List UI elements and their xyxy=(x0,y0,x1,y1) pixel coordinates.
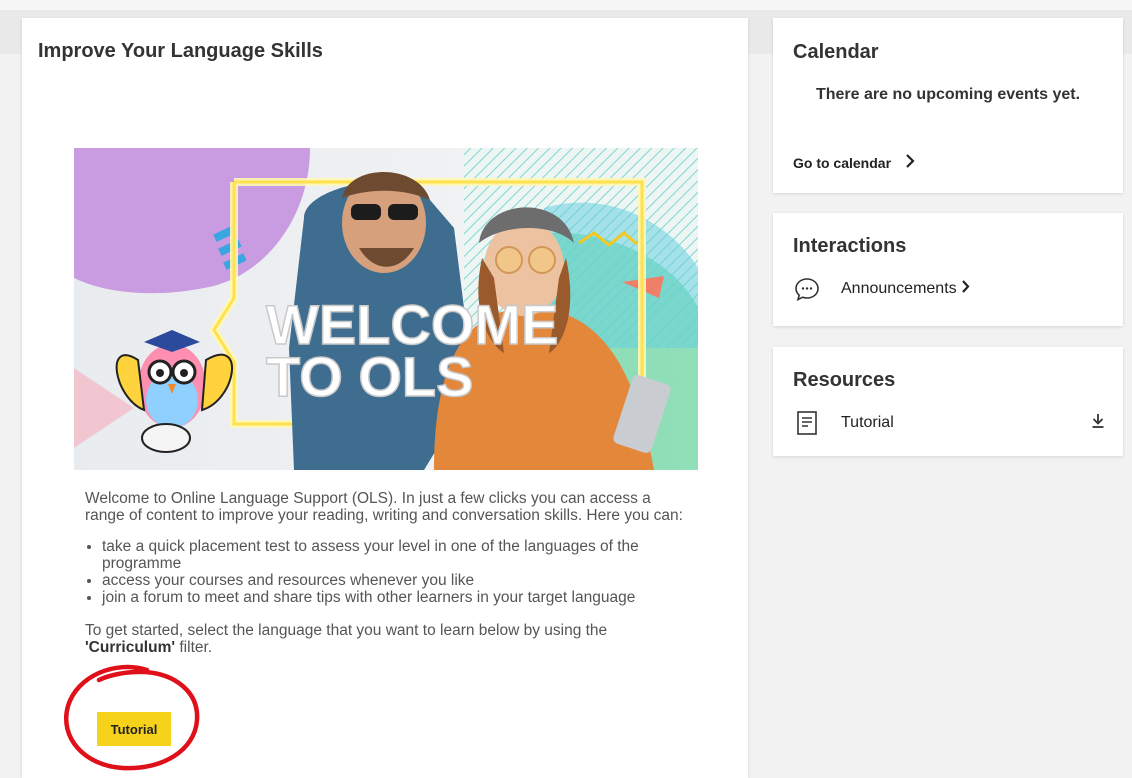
getting-started-paragraph: To get started, select the language that… xyxy=(85,622,685,656)
getting-started-suffix: filter. xyxy=(175,639,213,656)
announcements-link[interactable]: Announcements xyxy=(841,280,970,298)
list-item: join a forum to meet and share tips with… xyxy=(102,589,685,606)
chevron-right-icon xyxy=(905,154,915,171)
curriculum-filter-name: 'Curriculum' xyxy=(85,639,176,656)
tutorial-resource-link[interactable]: Tutorial xyxy=(841,414,894,432)
interactions-card: Interactions Announcements xyxy=(773,213,1123,326)
calendar-card: Calendar There are no upcoming events ye… xyxy=(773,18,1123,193)
calendar-title: Calendar xyxy=(793,41,879,63)
no-events-message: There are no upcoming events yet. xyxy=(815,86,1081,103)
resources-card: Resources Tutorial xyxy=(773,347,1123,456)
banner-headline-line2: TO OLS xyxy=(266,345,473,408)
download-icon[interactable] xyxy=(1091,413,1105,434)
tutorial-button[interactable]: Tutorial xyxy=(97,712,171,746)
resources-title: Resources xyxy=(793,369,896,391)
intro-content: Welcome to Online Language Support (OLS)… xyxy=(85,490,685,670)
list-item: take a quick placement test to assess yo… xyxy=(102,538,685,572)
speech-bubble-icon xyxy=(793,275,821,303)
course-card: Improve Your Language Skills WELCOME TO … xyxy=(22,18,748,778)
welcome-banner-image: WELCOME TO OLS xyxy=(74,148,698,470)
top-strip xyxy=(0,0,1132,10)
page-title: Improve Your Language Skills xyxy=(38,40,323,62)
go-to-calendar-label: Go to calendar xyxy=(793,154,892,171)
announcements-row: Announcements xyxy=(793,275,970,303)
intro-paragraph: Welcome to Online Language Support (OLS)… xyxy=(85,490,683,524)
announcements-label: Announcements xyxy=(841,280,957,297)
chevron-right-icon xyxy=(961,280,970,298)
resource-row: Tutorial xyxy=(793,409,1105,437)
document-icon xyxy=(793,409,821,437)
list-item: access your courses and resources whenev… xyxy=(102,572,685,589)
getting-started-text: To get started, select the language that… xyxy=(85,622,608,639)
go-to-calendar-link[interactable]: Go to calendar xyxy=(793,154,915,171)
interactions-title: Interactions xyxy=(793,235,907,257)
feature-list: take a quick placement test to assess yo… xyxy=(85,538,685,606)
